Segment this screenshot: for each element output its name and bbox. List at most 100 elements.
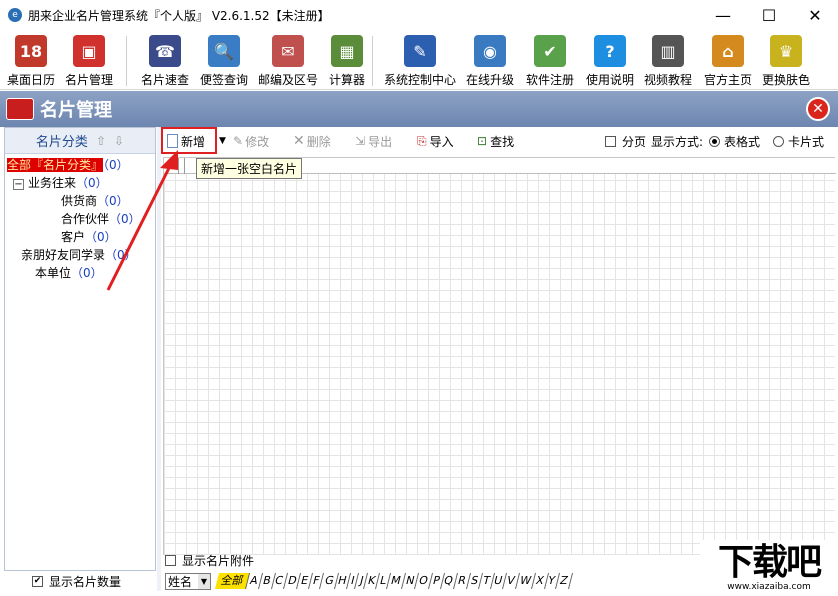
minimize-button[interactable]: — [700,0,746,30]
close-section-button[interactable]: ✕ [806,97,830,121]
tree-item-count: （0） [109,212,141,226]
tree-item-own-company[interactable]: 本单位（0） [35,264,103,281]
category-panel: 名片分类 ⇧ ⇩ 全部『名片分类』（0） − 业务往来（0） 供货商（0） 合作伙… [4,127,156,571]
tree-item-friends[interactable]: 亲朋好友同学录（0） [21,246,137,263]
toolbar-separator [372,36,373,86]
delete-icon: ✕ [293,133,305,149]
toolbar-item-label: 桌面日历 [6,73,55,87]
tree-item-business[interactable]: − 业务往来（0） [13,174,108,191]
toolbar-item-label: 系统控制中心 [383,73,456,87]
app-icon: e [8,8,22,22]
window-title: 朋来企业名片管理系统『个人版』 V2.6.1.52【未注册】 [28,8,330,23]
tree-item-label: 合作伙伴 [61,212,110,226]
tree-item-count: （0） [85,230,117,244]
toolbar-item-0[interactable]: 18 桌面日历 [4,32,58,88]
toolbar-item-7[interactable]: ◉ 在线升级 [462,32,518,88]
watermark-site: www.xiazaiba.com [727,582,811,592]
tree-item-label: 亲朋好友同学录 [21,248,106,262]
skin-icon: ♛ [770,35,802,67]
toolbar-item-label: 官方主页 [703,73,752,87]
delete-button[interactable]: ✕ 删除 [293,131,331,151]
table-mode-radio[interactable]: 表格式 [709,131,760,151]
show-attachment-option[interactable]: 显示名片附件 [165,551,254,569]
toolbar-item-label: 计算器 [328,73,365,87]
new-dropdown-icon[interactable]: ▼ [219,131,226,151]
address-book-icon: ☎ [149,35,181,67]
tree-item-customer[interactable]: 客户（0） [61,228,117,245]
import-button[interactable]: ⎘ 导入 [417,131,454,151]
tree-item-label: 客户 [61,230,86,244]
move-down-icon[interactable]: ⇩ [114,134,124,148]
tree-item-count: （0） [97,194,129,208]
help-icon: ? [594,35,626,67]
radio-checked-icon [709,135,720,147]
tree-item-label: 业务往来 [28,176,77,190]
cards-icon [6,98,34,120]
toolbar-item-5[interactable]: ▦ 计算器 [324,32,370,88]
tree-item-count: （0） [103,158,129,172]
watermark-logo: 下载吧 www.xiazaiba.com [700,540,838,596]
tree-item-count: （0） [76,176,108,190]
title-bar: e 朋来企业名片管理系统『个人版』 V2.6.1.52【未注册】 — ☐ ✕ [0,0,838,30]
tooltip: 新增一张空白名片 [196,158,303,179]
tree-item-all[interactable]: 全部『名片分类』（0） [7,156,129,173]
table-mode-label: 表格式 [724,134,761,149]
toolbar-item-9[interactable]: ? 使用说明 [582,32,638,88]
show-count-label: 显示名片数量 [49,574,122,589]
card-grid[interactable] [163,157,836,555]
window-controls: — ☐ ✕ [700,0,838,30]
alpha-tab[interactable]: Z [556,573,573,589]
show-count-option[interactable]: ✔ 显示名片数量 [4,571,156,591]
new-card-button[interactable]: 新增 [167,131,205,151]
edit-button[interactable]: ✎ 修改 [233,131,269,151]
new-card-label: 新增 [181,134,206,149]
paging-checkbox[interactable] [605,135,616,147]
toolbar-item-12[interactable]: ♛ 更换肤色 [758,32,814,88]
alpha-tab-all[interactable]: 全部 [215,573,250,589]
toolbar-item-2[interactable]: ☎ 名片速查 [136,32,194,88]
toolbar-item-1[interactable]: ▣ 名片管理 [62,32,116,88]
maximize-button[interactable]: ☐ [746,0,792,30]
globe-icon: ◉ [474,35,506,67]
import-icon: ⎘ [417,133,427,148]
tree-item-label: 供货商 [61,194,98,208]
show-attachment-label: 显示名片附件 [182,553,255,568]
tree-item-label: 全部『名片分类』 [7,158,104,172]
sort-field-select[interactable]: 姓名 ▼ [165,572,211,590]
toolbar-item-6[interactable]: ✎ 系统控制中心 [380,32,460,88]
new-doc-icon [167,134,178,148]
toolbar-item-label: 便签查询 [199,73,248,87]
main-toolbar: 18 桌面日历 ▣ 名片管理 ☎ 名片速查 🔍 便签查询 ✉ 邮编及区号 ▦ 计算器 ✎ 系统控制中心 ◉ 在… [0,30,838,90]
tree-item-supplier[interactable]: 供货商（0） [61,192,129,209]
alpha-tabs: 全部 ABCDEFGHIJKLMNOPQRSTUVWXYZ [215,573,573,589]
alpha-filter-bar: 姓名 ▼ 全部 ABCDEFGHIJKLMNOPQRSTUVWXYZ [165,571,573,591]
toolbar-item-10[interactable]: ▥ 视频教程 [640,32,696,88]
move-up-icon[interactable]: ⇧ [96,134,106,148]
toolbar-item-4[interactable]: ✉ 邮编及区号 [255,32,321,88]
paging-option[interactable]: 分页 [605,131,646,151]
tree-item-count: （0） [105,248,137,262]
collapse-icon[interactable]: − [13,179,24,190]
control-center-icon: ✎ [404,35,436,67]
toolbar-item-label: 更换肤色 [761,73,810,87]
category-title: 名片分类 [35,135,88,150]
toolbar-item-label: 在线升级 [465,73,514,87]
show-count-checkbox[interactable]: ✔ [32,575,43,587]
export-icon: ⇲ [355,134,366,148]
toolbar-item-3[interactable]: 🔍 便签查询 [196,32,252,88]
find-button[interactable]: ⊡ 查找 [477,131,514,151]
tree-item-label: 本单位 [35,266,72,280]
toolbar-item-label: 软件注册 [525,73,574,87]
sort-field-value: 姓名 [168,574,193,589]
tree-item-partner[interactable]: 合作伙伴（0） [61,210,141,227]
toolbar-item-11[interactable]: ⌂ 官方主页 [700,32,756,88]
close-button[interactable]: ✕ [792,0,838,30]
card-toolbar: 新增 ▼ ✎ 修改 ✕ 删除 ⇲ 导出 ⎘ 导入 ⊡ 查找 分页 显示方式: 表… [161,127,836,155]
export-button[interactable]: ⇲ 导出 [355,131,392,151]
paging-label: 分页 [622,134,647,149]
toolbar-item-8[interactable]: ✔ 软件注册 [522,32,578,88]
card-mode-radio[interactable]: 卡片式 [773,131,824,151]
show-attachment-checkbox[interactable] [165,554,176,566]
toolbar-item-label: 视频教程 [643,73,692,87]
calculator-icon: ▦ [331,35,363,67]
